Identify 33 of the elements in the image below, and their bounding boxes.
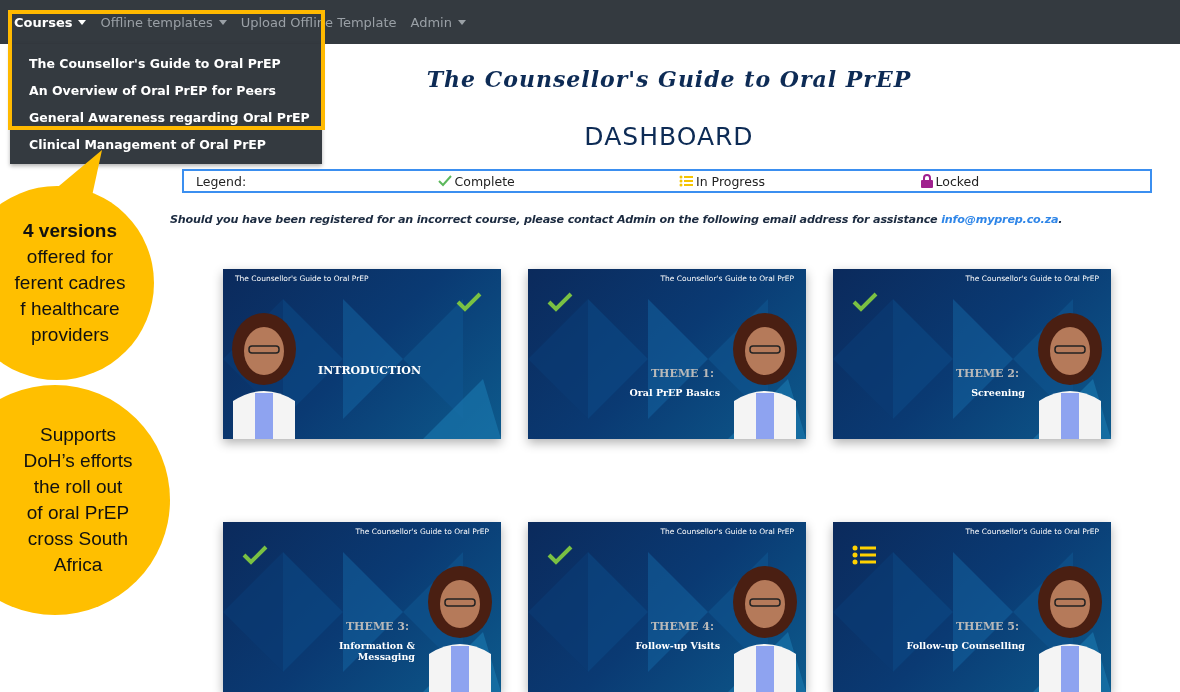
page-heading: DASHBOARD <box>584 122 754 151</box>
theme-label: THEME 3: <box>345 620 409 633</box>
theme-label: THEME 4: <box>650 620 714 633</box>
menu-item[interactable]: Clinical Management of Oral PrEP <box>10 131 322 158</box>
module-title: Oral PrEP Basics <box>629 387 720 398</box>
caret-icon <box>218 19 227 25</box>
theme-label: THEME 2: <box>955 367 1019 380</box>
theme-label: THEME 5: <box>955 620 1019 633</box>
module-title: Screening <box>971 387 1025 398</box>
notice-text: Should you have been registered for an incorrect course, please contact Admin on the following email address for assistance info@myprep.co.za. <box>170 213 1064 226</box>
theme-label: THEME 1: <box>650 367 714 380</box>
course-title: The Counsellor's Guide to Oral PrEP <box>426 66 912 92</box>
checklist-icon <box>679 175 693 187</box>
check-icon <box>437 175 452 187</box>
caret-icon <box>78 19 87 25</box>
module-title: Information & Messaging <box>337 640 415 662</box>
legend-label: Legend: <box>195 173 248 189</box>
caret-icon <box>457 19 466 25</box>
lock-icon <box>920 174 933 188</box>
legend-item: Locked <box>908 173 1150 189</box>
callout-text: 4 versions offered for ferent cadres f healthcare providers <box>13 219 127 347</box>
module-title: INTRODUCTION <box>318 365 421 376</box>
menu-item[interactable]: The Counsellor's Guide to Oral PrEP <box>10 50 322 77</box>
module-title: Follow-up Counselling <box>906 640 1025 651</box>
nav-link[interactable]: Offline templates <box>100 14 227 30</box>
module-title: Follow-up Visits <box>635 640 720 651</box>
nav-link[interactable]: Courses <box>14 14 87 30</box>
callout-text: Supports DoH’s efforts the roll out of oral PrEP cross South Africa <box>22 423 134 577</box>
menu-item[interactable]: General Awareness regarding Oral PrEP <box>10 104 322 131</box>
nav-link[interactable]: Admin <box>410 14 466 30</box>
menu-item[interactable]: An Overview of Oral PrEP for Peers <box>10 77 322 104</box>
legend-item: Complete <box>425 173 667 189</box>
legend-item: In Progress <box>667 173 909 189</box>
